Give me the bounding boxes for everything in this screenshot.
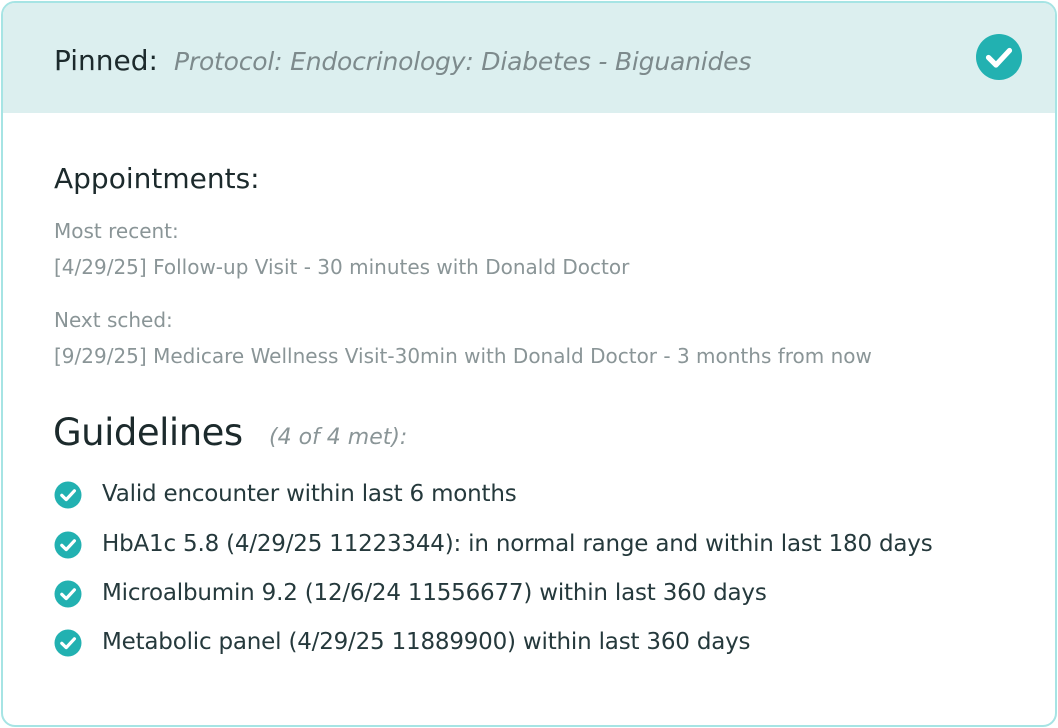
- pinned-label: Pinned:: [54, 44, 158, 77]
- appointments-heading: Appointments:: [54, 162, 260, 195]
- pinned-protocol-name: Protocol: Endocrinology: Diabetes - Bigu…: [174, 47, 752, 76]
- check-circle-icon: [54, 629, 82, 657]
- pinned-protocol-bar: Pinned: Protocol: Endocrinology: Diabete…: [3, 3, 1055, 113]
- next-scheduled-appointment: [9/29/25] Medicare Wellness Visit-30min …: [54, 344, 872, 368]
- guideline-item: Microalbumin 9.2 (12/6/24 11556677) with…: [54, 574, 1034, 614]
- pinned-check-button[interactable]: [975, 33, 1023, 81]
- check-circle-icon: [976, 34, 1022, 80]
- guideline-text: HbA1c 5.8 (4/29/25 11223344): in normal …: [102, 531, 933, 557]
- guideline-text: Microalbumin 9.2 (12/6/24 11556677) with…: [102, 580, 767, 606]
- guideline-item: Metabolic panel (4/29/25 11889900) withi…: [54, 623, 1034, 663]
- most-recent-appointment: [4/29/25] Follow-up Visit - 30 minutes w…: [54, 255, 630, 279]
- most-recent-label: Most recent:: [54, 219, 179, 243]
- guideline-item: HbA1c 5.8 (4/29/25 11223344): in normal …: [54, 525, 1034, 565]
- guidelines-met-count: (4 of 4 met):: [269, 425, 408, 450]
- protocol-card: Pinned: Protocol: Endocrinology: Diabete…: [1, 1, 1057, 727]
- next-scheduled-label: Next sched:: [54, 308, 173, 332]
- guideline-text: Valid encounter within last 6 months: [102, 481, 517, 507]
- check-circle-icon: [54, 531, 82, 559]
- guideline-item: Valid encounter within last 6 months: [54, 475, 1034, 515]
- check-circle-icon: [54, 580, 82, 608]
- guidelines-heading: Guidelines: [53, 411, 243, 454]
- guideline-text: Metabolic panel (4/29/25 11889900) withi…: [102, 629, 751, 655]
- check-circle-icon: [54, 481, 82, 509]
